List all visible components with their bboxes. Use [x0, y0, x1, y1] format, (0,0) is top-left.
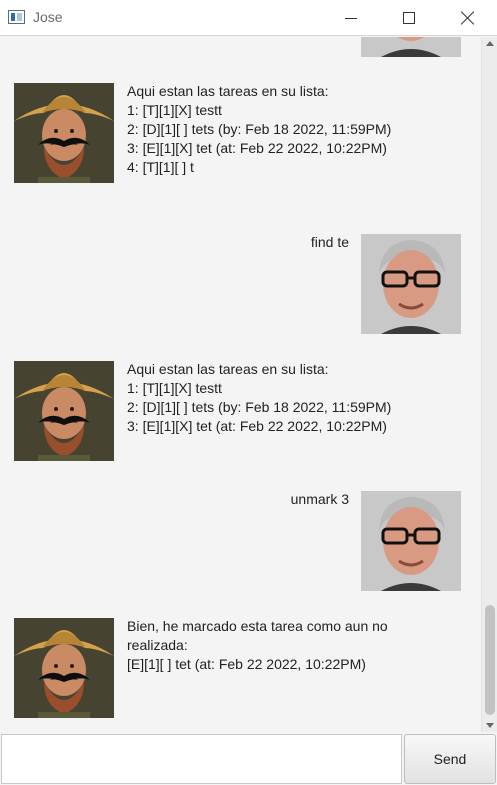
user-avatar	[361, 37, 461, 57]
user-avatar	[361, 491, 461, 591]
maximize-icon	[403, 12, 415, 24]
user-avatar	[361, 234, 461, 334]
close-button[interactable]	[445, 0, 491, 36]
message-line: Bien, he marcado esta tarea como aun no …	[127, 618, 388, 653]
close-icon	[461, 11, 475, 25]
bot-avatar	[14, 618, 114, 718]
message-line: 1: [T][1][X] testt	[127, 102, 222, 118]
title-bar: Jose	[0, 0, 497, 36]
user-message-text: unmark 3	[290, 491, 349, 507]
message-line: 3: [E][1][X] tet (at: Feb 22 2022, 10:22…	[127, 418, 387, 434]
bot-message-text: Aqui estan las tareas en su lista: 1: [T…	[127, 82, 427, 177]
message-line: [E][1][ ] tet (at: Feb 22 2022, 10:22PM)	[127, 656, 366, 672]
window-title: Jose	[33, 9, 63, 25]
input-bar: Send	[0, 733, 497, 785]
user-message-text: find te	[310, 234, 349, 250]
message-line: 4: [T][1][ ] t	[127, 159, 194, 175]
message-line: Aqui estan las tareas en su lista:	[127, 361, 329, 377]
maximize-button[interactable]	[386, 0, 432, 36]
minimize-button[interactable]	[328, 0, 374, 36]
bot-message-text: Aqui estan las tareas en su lista: 1: [T…	[127, 360, 427, 436]
scrollbar-thumb[interactable]	[485, 605, 495, 715]
scroll-up-arrow-icon[interactable]	[486, 41, 494, 46]
message-line: 3: [E][1][X] tet (at: Feb 22 2022, 10:22…	[127, 140, 387, 156]
bot-message-text: Bien, he marcado esta tarea como aun no …	[127, 617, 417, 674]
message-line: 2: [D][1][ ] tets (by: Feb 18 2022, 11:5…	[127, 121, 392, 137]
message-input[interactable]	[1, 734, 402, 784]
scroll-down-arrow-icon[interactable]	[486, 723, 494, 728]
minimize-icon	[345, 17, 357, 19]
app-window: Jose Aqui estan las tareas en su lista: …	[0, 0, 497, 785]
message-line: 1: [T][1][X] testt	[127, 380, 222, 396]
bot-avatar	[14, 83, 114, 183]
bot-avatar	[14, 361, 114, 461]
dialog-container[interactable]: Aqui estan las tareas en su lista: 1: [T…	[0, 37, 481, 732]
vertical-scrollbar[interactable]	[481, 37, 497, 732]
send-button[interactable]: Send	[404, 734, 496, 784]
message-line: 2: [D][1][ ] tets (by: Feb 18 2022, 11:5…	[127, 399, 392, 415]
message-line: Aqui estan las tareas en su lista:	[127, 83, 329, 99]
window-app-icon	[8, 10, 25, 24]
